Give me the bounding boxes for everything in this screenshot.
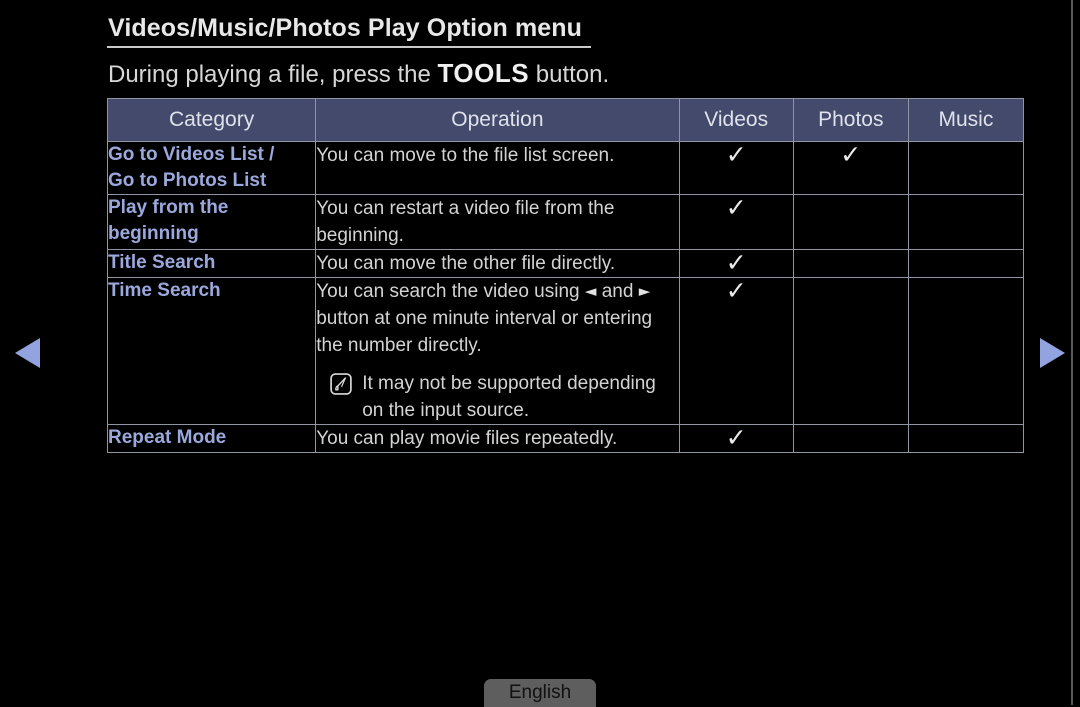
note-text: It may not be supported depending on the…	[362, 373, 656, 421]
table-row: Repeat Mode You can play movie files rep…	[106, 423, 1025, 453]
table-row: Time Search You can search the video usi…	[106, 276, 1025, 425]
cell-operation: You can search the video using ◄ and ► b…	[315, 277, 680, 425]
subtitle-text-after: button.	[529, 61, 610, 88]
play-option-table: Category Operation Videos Photos Music G…	[106, 98, 1025, 453]
language-button[interactable]: English	[484, 679, 596, 707]
cell-category: Go to Videos List / Go to Photos List	[106, 141, 317, 195]
column-header-videos: Videos	[678, 98, 794, 142]
cell-music-support	[907, 194, 1025, 250]
category-label-line: Time Search	[108, 280, 221, 301]
cell-operation: You can restart a video file from the be…	[315, 194, 680, 250]
checkmark-icon: ✓	[725, 140, 747, 169]
category-label-line: Repeat Mode	[108, 427, 227, 448]
table-header-row: Category Operation Videos Photos Music	[106, 98, 1025, 142]
triangle-left-icon[interactable]	[15, 338, 40, 368]
subtitle-text-before: During playing a file, press the	[108, 61, 438, 88]
cell-photos-support	[792, 249, 909, 278]
cell-music-support	[907, 141, 1025, 195]
column-header-photos: Photos	[792, 98, 909, 142]
cell-photos-support	[792, 424, 909, 453]
column-header-operation: Operation	[315, 98, 680, 142]
right-edge-rule	[1071, 0, 1073, 705]
table-row: Title Search You can move the other file…	[106, 248, 1025, 278]
checkmark-icon: ✓	[725, 248, 747, 277]
cell-category: Repeat Mode	[106, 424, 317, 453]
operation-text-part1: You can search the video using	[316, 281, 585, 302]
cell-operation: You can move the other file directly.	[315, 249, 680, 278]
cell-operation: You can play movie files repeatedly.	[315, 424, 680, 453]
cell-videos-support: ✓	[678, 248, 794, 278]
page-title: Videos/Music/Photos Play Option menu	[108, 14, 583, 42]
cell-photos-support: ✓	[792, 140, 909, 195]
cell-videos-support: ✓	[678, 423, 794, 453]
column-header-music: Music	[907, 98, 1025, 142]
cell-operation: You can move to the file list screen.	[315, 141, 680, 195]
operation-text-part3: button at one minute interval or enterin…	[316, 308, 653, 356]
column-header-category: Category	[106, 98, 317, 142]
page-subtitle: During playing a file, press the TOOLS b…	[108, 58, 609, 89]
cell-category: Title Search	[106, 249, 317, 278]
category-label-line: Play from the beginning	[108, 197, 229, 244]
triangle-right-icon[interactable]	[1040, 338, 1065, 368]
note-block: It may not be supported depending on the…	[316, 370, 678, 424]
category-label-line: Go to Videos List / Go to Photos List	[108, 144, 275, 191]
cell-category: Play from the beginning	[106, 194, 317, 250]
checkmark-icon: ✓	[725, 193, 747, 222]
arrow-left-icon: ◄	[584, 282, 597, 300]
table-row: Play from the beginning You can restart …	[106, 193, 1025, 250]
note-pencil-icon	[330, 373, 352, 395]
checkmark-icon: ✓	[725, 423, 747, 452]
category-label-line: Title Search	[108, 252, 216, 273]
arrow-right-icon: ►	[638, 282, 651, 300]
operation-description: You can search the video using ◄ and ► b…	[316, 278, 678, 359]
cell-videos-support: ✓	[678, 140, 794, 195]
cell-category: Time Search	[106, 277, 317, 425]
cell-photos-support	[792, 194, 909, 250]
table-row: Go to Videos List / Go to Photos List Yo…	[106, 140, 1025, 195]
cell-music-support	[907, 249, 1025, 278]
cell-videos-support: ✓	[678, 193, 794, 250]
cell-music-support	[907, 277, 1025, 425]
checkmark-icon: ✓	[840, 140, 862, 169]
cell-music-support	[907, 424, 1025, 453]
checkmark-icon: ✓	[725, 276, 747, 305]
title-underline-rule	[107, 46, 591, 48]
cell-videos-support: ✓	[678, 276, 794, 425]
tools-button-emphasis: TOOLS	[437, 58, 530, 88]
cell-photos-support	[792, 277, 909, 425]
operation-text-part2: and	[596, 281, 639, 302]
